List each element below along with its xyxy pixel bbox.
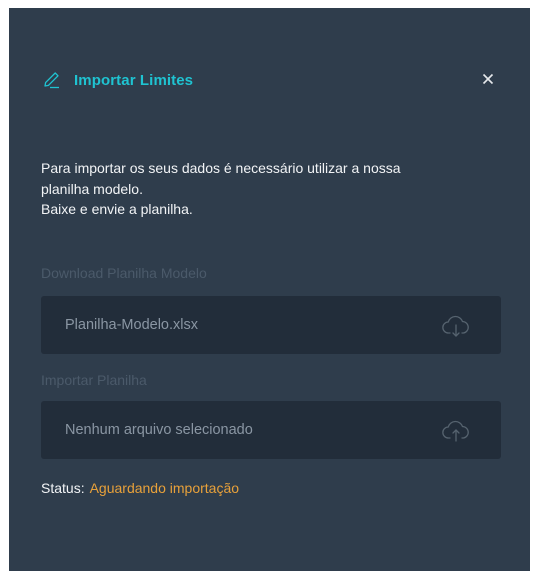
download-label: Download Planilha Modelo [41, 265, 207, 281]
status-value: Aguardando importação [89, 480, 240, 496]
close-button[interactable] [477, 70, 499, 92]
intro-line: Baixe e envie a planilha. [41, 201, 193, 217]
import-file-input[interactable]: Nenhum arquivo selecionado [41, 401, 501, 459]
status-label: Status: [41, 480, 85, 496]
modal-title: Importar Limites [74, 71, 194, 89]
pencil-icon [42, 70, 62, 90]
intro-text: Para importar os seus dados é necessário… [41, 158, 511, 220]
import-file-name: Nenhum arquivo selecionado [65, 422, 253, 438]
import-status: Status: Aguardando importação [41, 480, 239, 496]
cloud-upload-icon [441, 419, 471, 443]
download-file-name: Planilha-Modelo.xlsx [65, 317, 198, 333]
intro-line: planilha modelo. [41, 180, 143, 197]
close-icon [482, 72, 494, 90]
import-limits-modal: Importar Limites Para importar os seus d… [9, 8, 530, 571]
import-label: Importar Planilha [41, 372, 147, 388]
modal-header: Importar Limites [42, 68, 193, 92]
download-template-button[interactable]: Planilha-Modelo.xlsx [41, 296, 501, 354]
intro-line: Para importar os seus dados é necessário… [41, 160, 401, 176]
cloud-download-icon [441, 314, 471, 338]
